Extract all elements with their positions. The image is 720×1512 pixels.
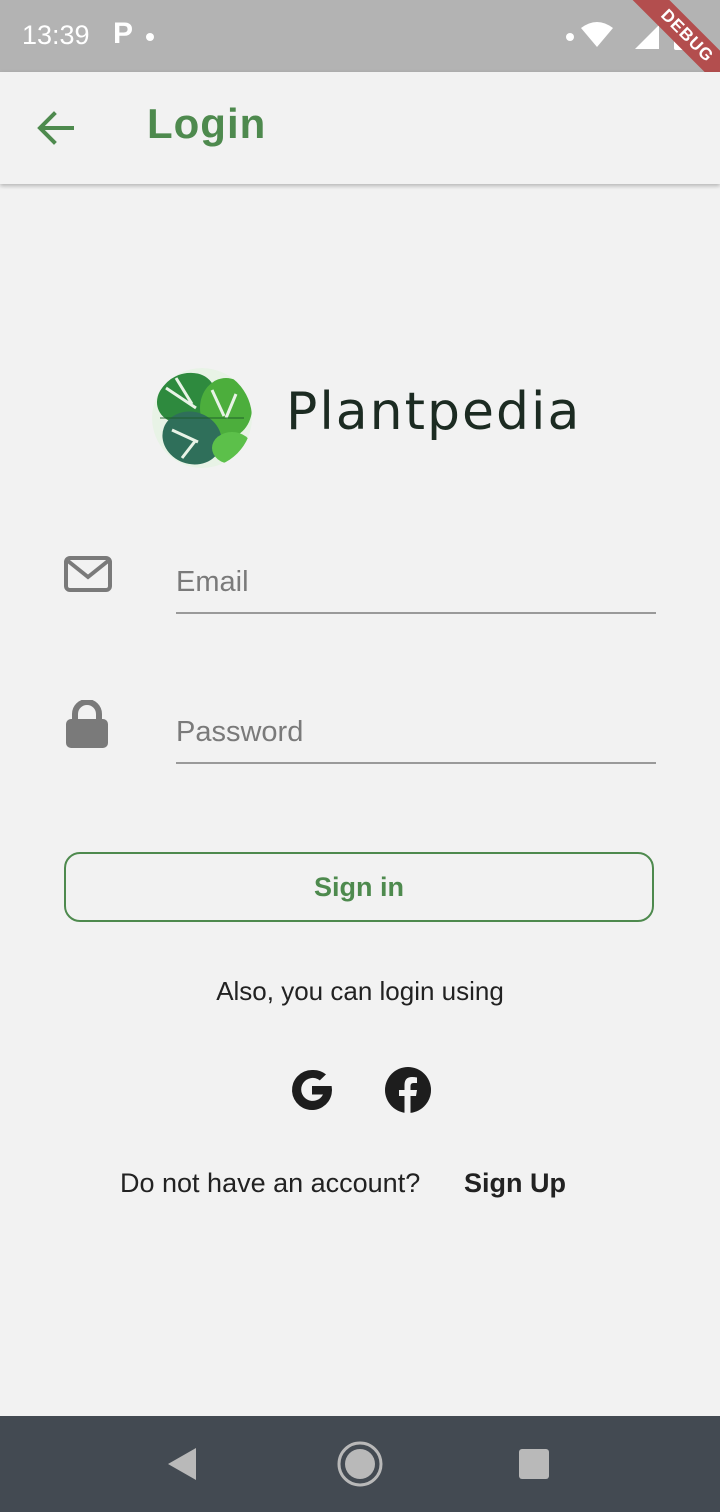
no-account-text: Do not have an account? (120, 1168, 421, 1198)
facebook-icon (385, 1067, 431, 1113)
back-button[interactable] (36, 110, 76, 146)
mail-icon (64, 556, 112, 592)
email-field (176, 552, 656, 614)
signin-button[interactable]: Sign in (64, 852, 654, 922)
social-login-prompt: Also, you can login using (216, 976, 504, 1006)
app-bar: Login (0, 72, 720, 184)
google-login-button[interactable] (288, 1066, 336, 1114)
notification-dot-icon (146, 33, 154, 41)
status-time: 13:39 (22, 20, 90, 50)
wifi-icon (581, 22, 613, 47)
notification-dot-icon (566, 33, 574, 41)
password-field (176, 702, 656, 764)
app-name: Plantpedia (286, 382, 582, 442)
google-icon (292, 1069, 333, 1110)
monstera-leaf-logo (152, 368, 252, 468)
lock-icon (66, 700, 108, 748)
signal-icon (635, 25, 659, 49)
page-title: Login (147, 100, 267, 147)
notification-icon: P (113, 17, 134, 50)
facebook-login-button[interactable] (384, 1066, 432, 1114)
back-nav-icon[interactable] (166, 1446, 198, 1482)
system-nav-bar (0, 1416, 720, 1512)
signup-link[interactable]: Sign Up (464, 1168, 566, 1199)
email-input[interactable] (176, 552, 656, 612)
recents-nav-icon[interactable] (518, 1448, 550, 1480)
password-input[interactable] (176, 702, 656, 762)
arrow-left-icon (37, 111, 74, 145)
status-bar: 13:39 P (0, 0, 720, 72)
home-nav-icon[interactable] (336, 1440, 384, 1488)
